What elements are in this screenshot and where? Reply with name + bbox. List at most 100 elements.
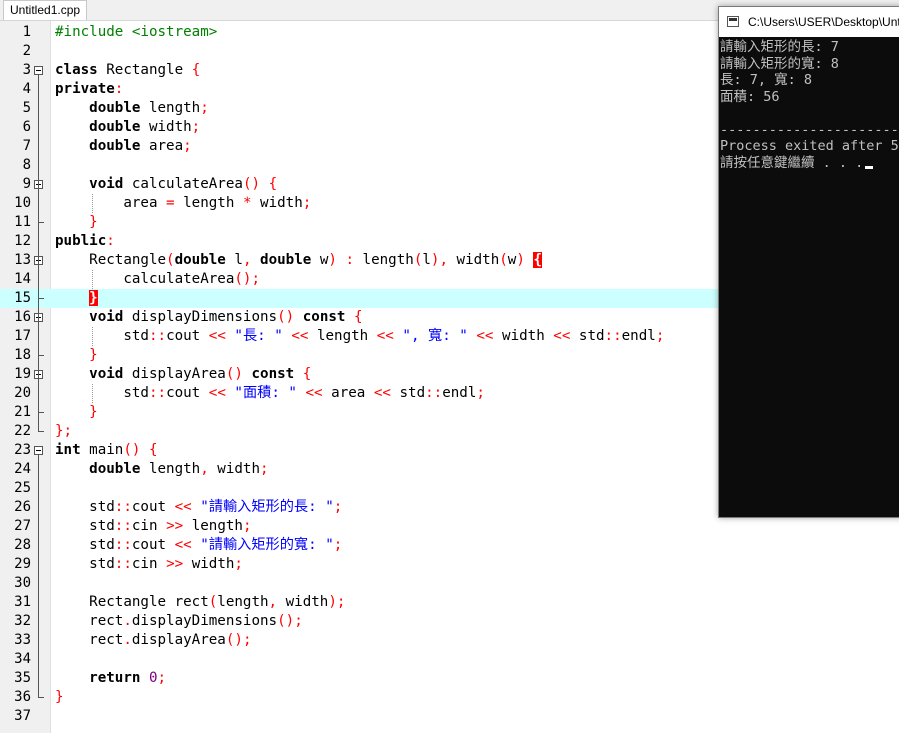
line-number: 25: [14, 480, 31, 496]
line-number: 18: [14, 347, 31, 363]
code-text: void calculateArea() {: [89, 176, 278, 192]
fold-toggle-icon[interactable]: [34, 66, 43, 75]
line-number: 26: [14, 499, 31, 515]
line-number: 2: [22, 43, 31, 59]
line-number: 20: [14, 385, 31, 401]
code-text: std::cout << "面積: " << area << std::endl…: [55, 385, 485, 401]
line-number: 27: [14, 518, 31, 534]
line-number: 34: [14, 651, 31, 667]
fold-end-mark: [38, 298, 44, 299]
code-line[interactable]: 31 Rectangle rect(length, width);: [0, 593, 899, 612]
console-window[interactable]: C:\Users\USER\Desktop\Untitled1.exe 請輸入矩…: [718, 6, 899, 518]
code-line[interactable]: 37: [0, 707, 899, 726]
code-line[interactable]: 33 rect.displayArea();: [0, 631, 899, 650]
line-number: 4: [22, 81, 31, 97]
code-text: Rectangle rect(length, width);: [55, 594, 346, 610]
fold-end-mark: [38, 697, 44, 698]
code-text: Rectangle(double l, double w) : length(l…: [55, 252, 542, 268]
console-cursor: [865, 165, 874, 169]
code-text: calculateArea();: [55, 271, 260, 287]
fold-end-mark: [38, 222, 44, 223]
line-number: 6: [22, 119, 31, 135]
line-number: 14: [14, 271, 31, 287]
fold-toggle-icon[interactable]: [34, 446, 43, 455]
fold-end-mark: [38, 431, 44, 432]
indent-guide: [92, 194, 93, 213]
indent-guide: [92, 384, 93, 403]
code-text: private:: [55, 81, 124, 97]
line-number: 9: [22, 176, 31, 192]
line-number: 21: [14, 404, 31, 420]
line-number: 12: [14, 233, 31, 249]
line-number: 32: [14, 613, 31, 629]
line-number: 30: [14, 575, 31, 591]
line-number: 3: [22, 62, 31, 78]
console-title: C:\Users\USER\Desktop\Untitled1.exe: [748, 15, 899, 29]
file-tab[interactable]: Untitled1.cpp: [3, 0, 88, 20]
line-number: 28: [14, 537, 31, 553]
code-text: std::cout << "長: " << length << ", 寬: " …: [55, 328, 665, 344]
line-number: 8: [22, 157, 31, 173]
line-number: 10: [14, 195, 31, 211]
code-line[interactable]: 36}: [0, 688, 899, 707]
code-text: double length;: [89, 100, 209, 116]
line-number: 5: [22, 100, 31, 116]
line-number: 33: [14, 632, 31, 648]
line-number: 17: [14, 328, 31, 344]
code-text: std::cin >> width;: [55, 556, 243, 572]
line-number: 7: [22, 138, 31, 154]
code-text: #include <iostream>: [55, 24, 218, 40]
fold-end-mark: [38, 355, 44, 356]
code-text: }: [55, 689, 64, 705]
code-text: rect.displayDimensions();: [55, 613, 303, 629]
code-text: public:: [55, 233, 115, 249]
line-number: 16: [14, 309, 31, 325]
line-number: 24: [14, 461, 31, 477]
code-text: }: [89, 347, 98, 363]
line-number: 19: [14, 366, 31, 382]
console-title-bar[interactable]: C:\Users\USER\Desktop\Untitled1.exe: [719, 7, 899, 37]
line-number: 1: [22, 24, 31, 40]
indent-guide: [92, 270, 93, 289]
line-number: 11: [14, 214, 31, 230]
code-text: double area;: [89, 138, 192, 154]
code-text: }: [89, 404, 98, 420]
code-text: void displayArea() const {: [89, 366, 312, 382]
fold-end-mark: [38, 412, 44, 413]
code-text: }: [89, 290, 98, 306]
code-text: void displayDimensions() const {: [89, 309, 363, 325]
code-text: return 0;: [89, 670, 167, 686]
line-number: 22: [14, 423, 31, 439]
code-line[interactable]: 29 std::cin >> width;: [0, 555, 899, 574]
code-line[interactable]: 28 std::cout << "請輸入矩形的寬: ";: [0, 536, 899, 555]
line-number: 13: [14, 252, 31, 268]
code-line[interactable]: 34: [0, 650, 899, 669]
code-text: double length, width;: [89, 461, 269, 477]
code-line[interactable]: 30: [0, 574, 899, 593]
line-number: 37: [14, 708, 31, 724]
console-line: 請輸入矩形的寬: 8: [720, 55, 839, 72]
code-text: }: [89, 214, 98, 230]
code-text: std::cout << "請輸入矩形的寬: ";: [55, 537, 343, 553]
code-line[interactable]: 32 rect.displayDimensions();: [0, 612, 899, 631]
console-line: 請按任意鍵繼續 . . .: [720, 155, 899, 172]
console-output[interactable]: 請輸入矩形的長: 7 請輸入矩形的寬: 8 長: 7, 寬: 8 面積: 56 ----…: [720, 39, 899, 517]
console-line: 面積: 56: [720, 88, 780, 105]
code-text: area = length * width;: [55, 195, 312, 211]
line-number: 31: [14, 594, 31, 610]
code-text: double width;: [89, 119, 201, 135]
console-app-icon: [727, 16, 739, 27]
indent-guide: [92, 327, 93, 346]
code-line[interactable]: 27 std::cin >> length;: [0, 517, 899, 536]
code-line[interactable]: 35 return 0;: [0, 669, 899, 688]
code-text: std::cin >> length;: [55, 518, 252, 534]
console-line: Process exited after 5.: [720, 138, 899, 154]
line-number: 36: [14, 689, 31, 705]
line-number: 23: [14, 442, 31, 458]
code-text: int main() {: [55, 442, 158, 458]
console-line: 請輸入矩形的長: 7: [720, 39, 839, 55]
code-text: std::cout << "請輸入矩形的長: ";: [55, 499, 343, 515]
fold-line: [38, 455, 39, 697]
line-number: 29: [14, 556, 31, 572]
